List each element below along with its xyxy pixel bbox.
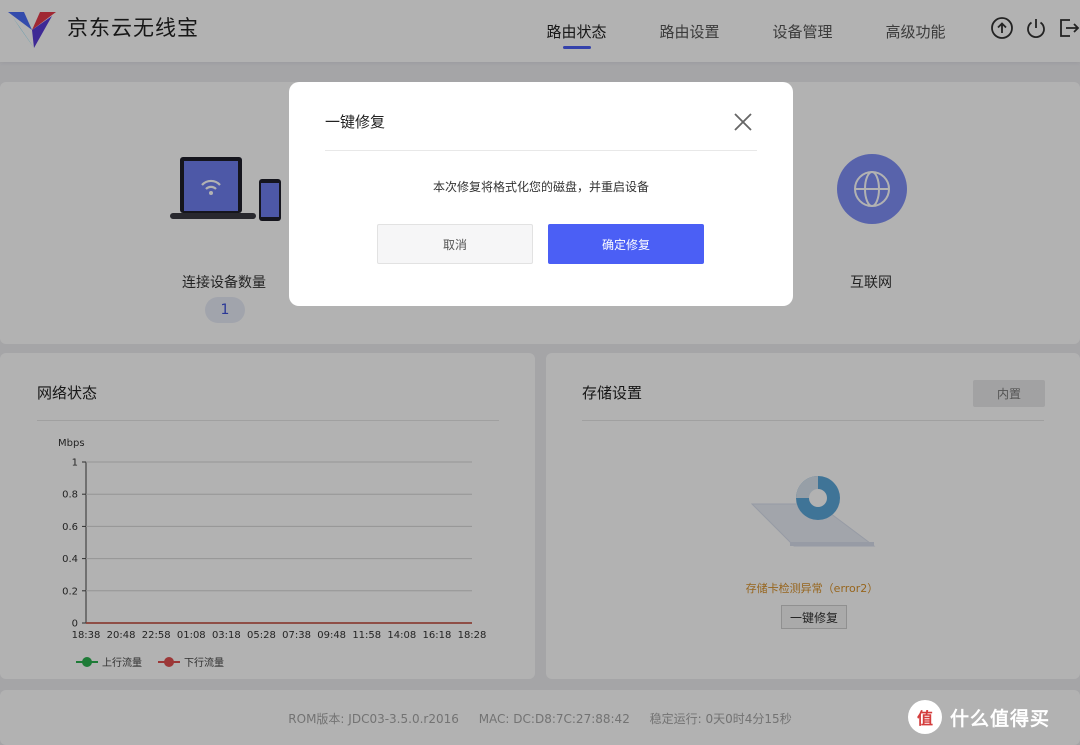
cancel-button[interactable]: 取消 <box>377 224 533 264</box>
watermark-logo: 值 <box>908 700 942 734</box>
repair-dialog: 一键修复 本次修复将格式化您的磁盘，并重启设备 取消 确定修复 <box>289 82 793 306</box>
close-icon[interactable] <box>731 110 755 134</box>
watermark-text: 什么值得买 <box>950 707 1051 730</box>
watermark: 值 什么值得买 <box>908 700 1050 734</box>
dialog-title: 一键修复 <box>325 113 386 131</box>
dialog-message: 本次修复将格式化您的磁盘，并重启设备 <box>432 180 649 194</box>
confirm-repair-button[interactable]: 确定修复 <box>548 224 704 264</box>
dialog-divider <box>325 150 757 151</box>
